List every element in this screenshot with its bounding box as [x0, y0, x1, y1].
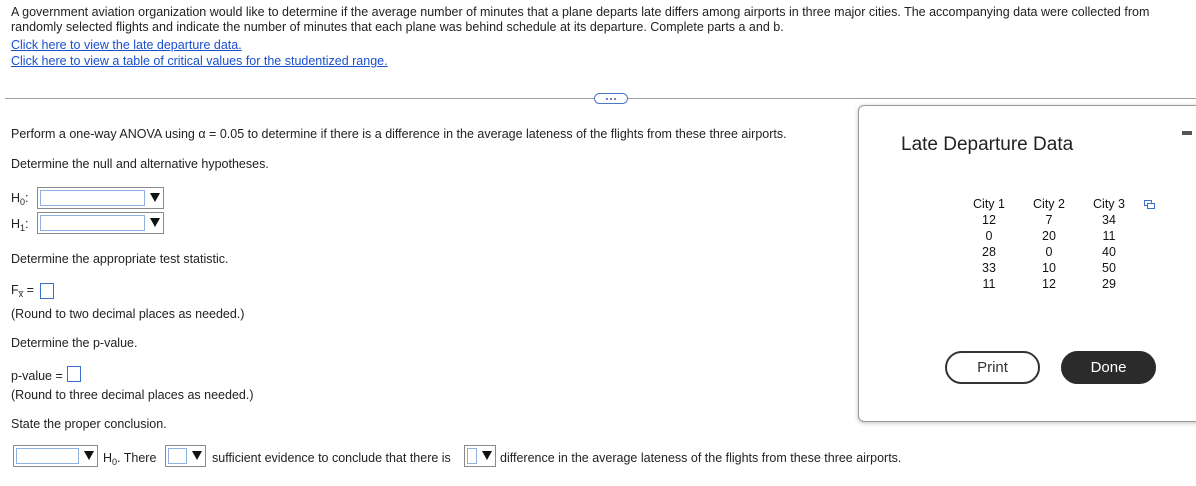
table-row: 33 10 50: [959, 260, 1139, 276]
intro-line-1: A government aviation organization would…: [11, 5, 1150, 19]
pvalue-label: p-value =: [11, 369, 63, 383]
table-row: 11 12 29: [959, 276, 1139, 292]
pvalue-input[interactable]: [67, 366, 81, 382]
dialog-title: Late Departure Data: [901, 134, 1074, 155]
round-two-note: (Round to two decimal places as needed.): [11, 307, 245, 321]
table-cell: 0: [985, 229, 993, 243]
table-cell: 40: [1102, 245, 1116, 259]
f-stat-label: Fx̅ =: [11, 283, 34, 299]
conclusion-middle-text: sufficient evidence to conclude that the…: [212, 451, 451, 465]
hypotheses-prompt: Determine the null and alternative hypot…: [11, 157, 269, 171]
conclusion-decision-select[interactable]: [13, 445, 98, 467]
conclusion-prompt: State the proper conclusion.: [11, 417, 167, 431]
table-cell: 12: [982, 213, 996, 227]
intro-line-2: randomly selected flights and indicate t…: [11, 20, 784, 34]
anova-prompt: Perform a one-way ANOVA using α = 0.05 t…: [11, 127, 787, 141]
print-button[interactable]: Print: [945, 351, 1040, 384]
done-button[interactable]: Done: [1061, 351, 1156, 384]
table-cell: 12: [1042, 277, 1056, 291]
column-header: City 3: [1093, 197, 1125, 211]
pvalue-prompt: Determine the p-value.: [11, 336, 138, 350]
table-cell: 28: [982, 245, 996, 259]
view-data-link[interactable]: Click here to view the late departure da…: [11, 38, 242, 52]
table-cell: 29: [1102, 277, 1116, 291]
table-cell: 50: [1102, 261, 1116, 275]
critical-values-link[interactable]: Click here to view a table of critical v…: [11, 54, 388, 68]
table-cell: 0: [1045, 245, 1053, 259]
table-cell: 33: [982, 261, 996, 275]
table-cell: 11: [982, 277, 996, 291]
h1-select[interactable]: [37, 212, 164, 234]
expand-more-button[interactable]: [594, 93, 628, 104]
f-stat-input[interactable]: [40, 283, 54, 299]
conclusion-end-text: difference in the average lateness of th…: [500, 451, 902, 465]
table-cell: 34: [1102, 213, 1116, 227]
table-cell: 7: [1045, 213, 1053, 227]
table-cell: 11: [1102, 229, 1116, 243]
column-header: City 1: [973, 197, 1005, 211]
chevron-down-icon: [150, 218, 160, 227]
late-departure-data-dialog: Late Departure Data City 1 City 2 City 3…: [858, 105, 1196, 422]
round-three-note: (Round to three decimal places as needed…: [11, 388, 254, 402]
problem-intro: A government aviation organization would…: [11, 5, 1196, 35]
conclusion-evidence-select[interactable]: [165, 445, 206, 467]
copy-icon[interactable]: [1144, 200, 1155, 209]
table-header-row: City 1 City 2 City 3: [959, 196, 1139, 212]
h0-label: H0:: [11, 191, 29, 207]
h0-select[interactable]: [37, 187, 164, 209]
column-header: City 2: [1033, 197, 1065, 211]
test-statistic-prompt: Determine the appropriate test statistic…: [11, 252, 229, 266]
chevron-down-icon: [482, 451, 492, 460]
chevron-down-icon: [192, 451, 202, 460]
minimize-icon[interactable]: [1182, 131, 1192, 135]
chevron-down-icon: [150, 193, 160, 202]
table-row: 28 0 40: [959, 244, 1139, 260]
h1-label: H1:: [11, 217, 29, 233]
table-row: 12 7 34: [959, 212, 1139, 228]
ellipsis-icon: [606, 97, 608, 100]
table-cell: 10: [1042, 261, 1056, 275]
table-row: 0 20 11: [959, 228, 1139, 244]
conclusion-h0-text: H0. There: [103, 451, 157, 467]
late-departure-table: City 1 City 2 City 3 12 7 34 0 20 11 28 …: [959, 196, 1139, 292]
conclusion-difference-select[interactable]: [464, 445, 496, 467]
table-cell: 20: [1042, 229, 1056, 243]
chevron-down-icon: [84, 451, 94, 460]
